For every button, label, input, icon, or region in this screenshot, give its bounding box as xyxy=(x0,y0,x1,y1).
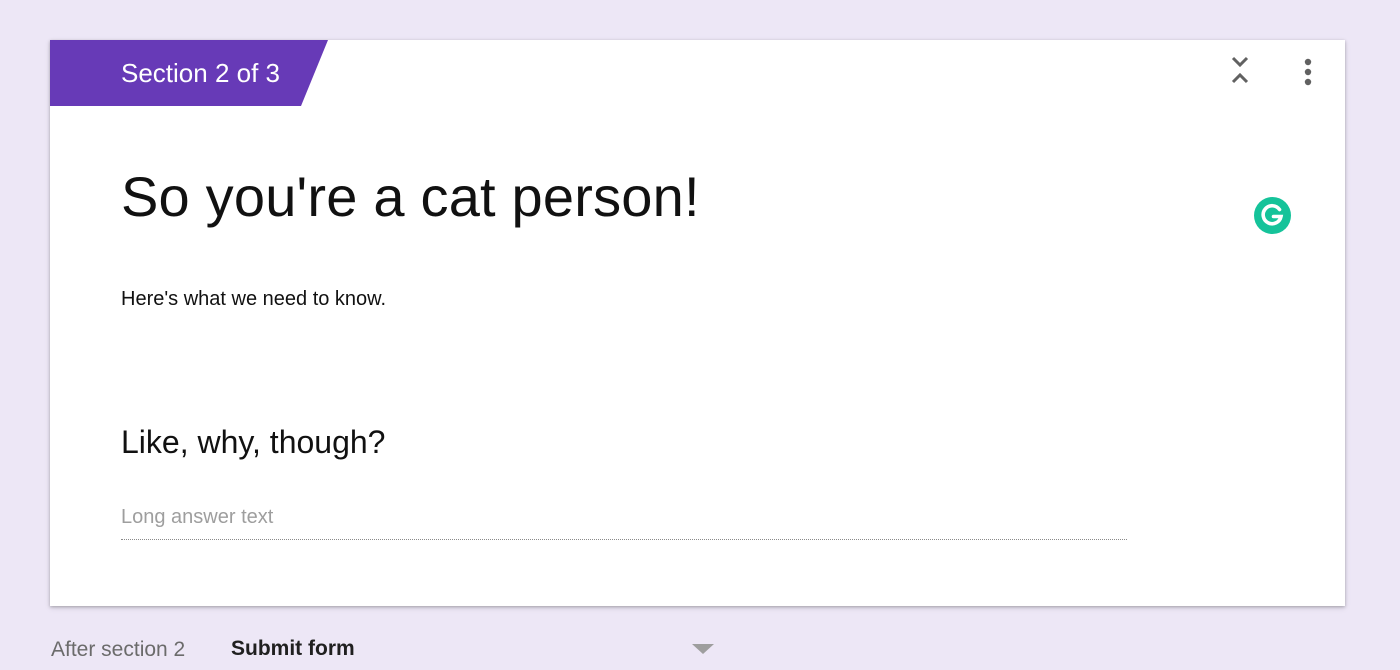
answer-placeholder: Long answer text xyxy=(121,506,274,528)
section-tab: Section 2 of 3 xyxy=(50,40,328,106)
grammarly-button[interactable] xyxy=(1254,197,1291,234)
more-vert-icon xyxy=(1304,58,1312,86)
collapse-icon xyxy=(1231,56,1249,84)
grammarly-icon xyxy=(1254,197,1291,234)
question-title[interactable]: Like, why, though? xyxy=(121,424,385,461)
more-options-button[interactable] xyxy=(1296,54,1320,90)
collapse-section-button[interactable] xyxy=(1226,54,1254,90)
section-card: Section 2 of 3 So you're a cat person! H… xyxy=(50,40,1345,606)
section-tab-label: Section 2 of 3 xyxy=(121,58,280,88)
section-title[interactable]: So you're a cat person! xyxy=(121,164,700,229)
dropdown-arrow-icon xyxy=(692,644,714,654)
after-section-label: After section 2 xyxy=(51,638,186,661)
long-answer-field: Long answer text xyxy=(121,504,1127,540)
section-description[interactable]: Here's what we need to know. xyxy=(121,288,386,311)
after-section-select[interactable]: Submit form xyxy=(230,630,720,670)
after-section-value: Submit form xyxy=(231,637,355,660)
